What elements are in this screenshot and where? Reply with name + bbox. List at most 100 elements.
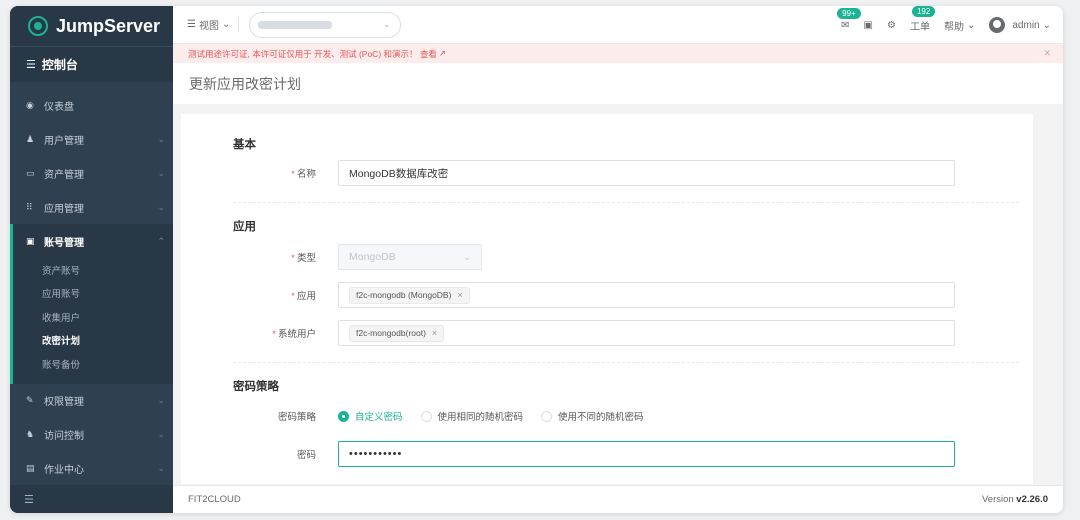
radio-label: 自定义密码 xyxy=(355,412,403,423)
close-icon[interactable]: ✕ xyxy=(1043,48,1051,59)
help-label: 帮助 xyxy=(943,21,964,33)
user-menu[interactable]: admin ⌄ xyxy=(989,17,1051,33)
field-label: * 类型 xyxy=(291,253,316,264)
sidebar-item-apps[interactable]: ⠿ 应用管理 ⌄ xyxy=(10,190,173,224)
section-divider xyxy=(233,202,1019,203)
footer: FIT2CLOUD Version v2.26.0 xyxy=(173,485,1063,513)
type-select-value: MongoDB xyxy=(349,251,396,263)
sidebar-item-dashboard[interactable]: ◉ 仪表盘 xyxy=(10,88,173,122)
sidebar-subitem-gathered-users[interactable]: 收集用户 xyxy=(13,305,173,329)
sidebar-item-permissions[interactable]: ✎ 权限管理 ⌄ xyxy=(10,384,173,418)
form-row-application: * 应用 f2c-mongodb (MongoDB) × xyxy=(233,282,1019,308)
organization-name-redacted xyxy=(258,20,333,29)
tag-close-icon[interactable]: × xyxy=(457,290,462,300)
field-label: * 应用 xyxy=(291,291,316,302)
sidebar-item-label: 权限管理 xyxy=(44,397,84,408)
sidebar-item-accounts[interactable]: ▣ 账号管理 ⌃ xyxy=(13,224,173,258)
sidebar-subitem-account-backup[interactable]: 账号备份 xyxy=(13,352,173,376)
console-label: 控制台 xyxy=(41,58,78,72)
mail-icon: ✉ xyxy=(841,19,850,31)
field-label: * 名称 xyxy=(291,169,316,180)
radio-checked-icon xyxy=(338,410,349,422)
sidebar-item-label: 仪表盘 xyxy=(44,101,74,113)
tickets-badge: 192 xyxy=(911,6,936,17)
sidebar-item-label: 作业中心 xyxy=(44,465,84,476)
form-row-type: * 类型 MongoDB ⌄ xyxy=(233,244,1019,270)
radio-same-random-password[interactable]: 使用相同的随机密码 xyxy=(420,409,523,423)
chevron-down-icon: ⌄ xyxy=(966,19,976,31)
tickets-label: 工单 xyxy=(909,21,930,33)
job-center-icon: ▤ xyxy=(26,463,35,473)
jumpserver-logo-icon xyxy=(28,16,48,36)
sidebar-item-label: 资产管理 xyxy=(44,169,84,181)
brand-name: JumpServer xyxy=(56,15,161,36)
radio-unchecked-icon xyxy=(541,410,553,422)
sidebar: JumpServer ☰ 控制台 ◉ 仪表盘 ♟ 用户管理 ⌄ ▭ 资产管理 ⌄… xyxy=(10,6,173,513)
avatar xyxy=(989,17,1006,33)
sidebar-item-job-center[interactable]: ▤ 作业中心 ⌄ xyxy=(10,452,173,486)
users-icon: ♟ xyxy=(26,133,35,144)
password-field[interactable]: ••••••••••• xyxy=(338,441,955,467)
chevron-down-icon: ⌄ xyxy=(157,201,165,212)
radio-custom-password[interactable]: 自定义密码 xyxy=(338,409,403,423)
sidebar-group-accounts: ▣ 账号管理 ⌃ 资产账号 应用账号 收集用户 改密计划 账号备份 xyxy=(10,224,173,384)
gear-icon: ⚙ xyxy=(887,19,896,31)
field-label: * 系统用户 xyxy=(272,329,316,340)
username: admin xyxy=(1012,19,1040,31)
name-field-value: MongoDB数据库改密 xyxy=(349,167,449,180)
form-row-name: * 名称 MongoDB数据库改密 xyxy=(233,160,1019,186)
sidebar-item-assets[interactable]: ▭ 资产管理 ⌄ xyxy=(10,156,173,190)
sidebar-subitem-asset-accounts[interactable]: 资产账号 xyxy=(13,258,173,282)
chevron-down-icon: ⌄ xyxy=(382,19,391,29)
settings-button[interactable]: ⚙ xyxy=(887,20,896,31)
tag-label: f2c-mongodb(root) xyxy=(356,328,426,338)
footer-version: Version v2.26.0 xyxy=(982,494,1048,505)
radio-different-random-password[interactable]: 使用不同的随机密码 xyxy=(541,409,644,423)
mail-badge: 99+ xyxy=(837,7,861,19)
sidebar-subitem-app-accounts[interactable]: 应用账号 xyxy=(13,282,173,306)
section-divider xyxy=(233,362,1019,363)
field-label: 密码 xyxy=(296,450,316,461)
list-icon: ☰ xyxy=(187,19,196,30)
view-switch-button[interactable]: ☰ 视图 ⌄ xyxy=(187,17,240,32)
form-row-policy: 密码策略 自定义密码 使用相同的随机密码 使用不同的随机密码 xyxy=(233,403,1019,429)
console-switch[interactable]: ☰ 控制台 xyxy=(10,46,173,82)
organization-select[interactable]: ⌄ xyxy=(249,11,402,38)
sidebar-item-users[interactable]: ♟ 用户管理 ⌄ xyxy=(10,122,173,156)
password-field-value: ••••••••••• xyxy=(349,448,403,460)
help-dropdown[interactable]: 帮助 ⌄ xyxy=(944,18,975,33)
account-icon: ▣ xyxy=(26,235,35,246)
form-row-password: 密码 ••••••••••• xyxy=(233,441,1019,467)
message-button[interactable]: ✉ 99+ xyxy=(837,7,861,31)
top-navbar: ☰ 视图 ⌄ ⌄ ✉ 99+ ▣ ⚙ 工单 192 帮助 ⌄ admin ⌄ xyxy=(173,6,1063,44)
chevron-down-icon: ⌄ xyxy=(463,251,471,262)
web-terminal-button[interactable]: ▣ xyxy=(864,20,873,31)
sidebar-item-label: 应用管理 xyxy=(44,203,84,215)
logo[interactable]: JumpServer xyxy=(10,6,173,46)
footer-company: FIT2CLOUD xyxy=(188,494,241,505)
view-label: 视图 xyxy=(198,21,219,32)
sidebar-item-access-control[interactable]: ♞ 访问控制 ⌄ xyxy=(10,418,173,452)
version-number: v2.26.0 xyxy=(1016,494,1048,505)
menu-switch-icon: ☰ xyxy=(26,59,36,71)
assets-icon: ▭ xyxy=(26,167,35,178)
collapse-sidebar-button[interactable]: ☰ xyxy=(10,485,173,513)
tickets-button[interactable]: 工单 192 xyxy=(909,6,936,33)
external-link-icon[interactable]: ↗ xyxy=(439,48,446,59)
system-user-select[interactable]: f2c-mongodb(root) × xyxy=(338,320,955,346)
tag-close-icon[interactable]: × xyxy=(432,328,437,338)
application-select[interactable]: f2c-mongodb (MongoDB) × xyxy=(338,282,955,308)
name-field[interactable]: MongoDB数据库改密 xyxy=(338,160,955,186)
page-title: 更新应用改密计划 xyxy=(189,75,301,92)
chevron-down-icon: ⌄ xyxy=(157,429,165,439)
form-card: 基本 * 名称 MongoDB数据库改密 应用 * 类型 MongoDB ⌄ * 应用… xyxy=(181,114,1033,484)
sidebar-item-label: 用户管理 xyxy=(44,135,84,147)
permission-icon: ✎ xyxy=(26,395,34,405)
radio-unchecked-icon xyxy=(420,410,432,422)
system-user-tag: f2c-mongodb(root) × xyxy=(349,324,445,342)
sidebar-subitem-change-auth-plan[interactable]: 改密计划 xyxy=(13,329,173,353)
chevron-down-icon: ⌄ xyxy=(1042,19,1051,31)
apps-icon: ⠿ xyxy=(26,201,33,212)
application-tag: f2c-mongodb (MongoDB) × xyxy=(349,286,470,304)
password-policy-radios: 自定义密码 使用相同的随机密码 使用不同的随机密码 xyxy=(338,409,644,423)
